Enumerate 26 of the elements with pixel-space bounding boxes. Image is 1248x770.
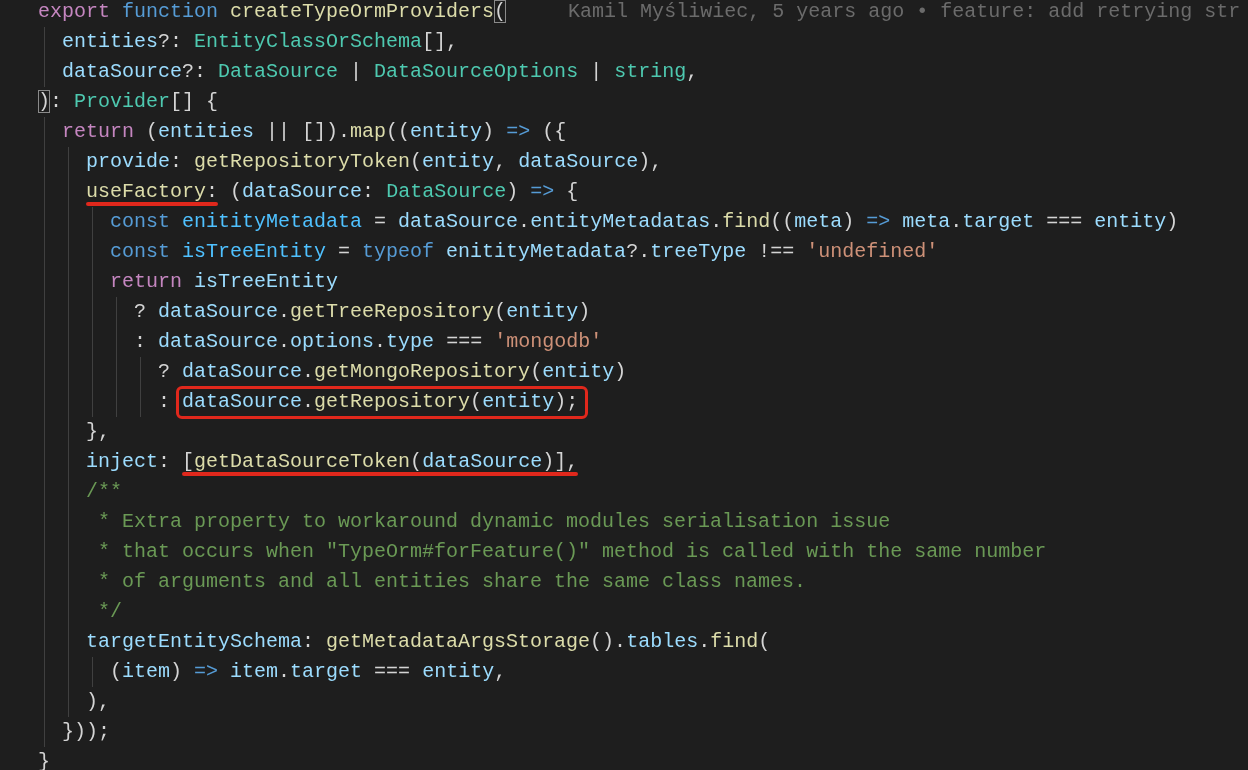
code-line: */ [97, 599, 122, 625]
code-line: targetEntitySchema: getMetadataArgsStorage().tables.find( [85, 629, 771, 655]
code-line: provide: getRepositoryToken(entity, dataSource), [85, 149, 663, 175]
code-line: * Extra property to workaround dynamic modules serialisation issue [97, 509, 891, 535]
code-line: ? dataSource.getTreeRepository(entity) [133, 299, 591, 325]
code-line: })); [61, 719, 110, 745]
code-line: const isTreeEntity = typeof enitityMetadata?.treeType !== 'undefined' [109, 239, 939, 265]
code-line: /** [85, 479, 122, 505]
code-line: * of arguments and all entities share the same class names. [97, 569, 807, 595]
code-line: dataSource?: DataSource | DataSourceOptions | string, [61, 59, 699, 85]
code-line: return (entities || []).map((entity) => ({ [61, 119, 567, 145]
code-line: const enitityMetadata = dataSource.entityMetadatas.find((meta) => meta.target === entity) [109, 209, 1179, 235]
code-line: useFactory: (dataSource: DataSource) => { [38, 177, 579, 207]
code-line: * that occurs when "TypeOrm#forFeature()" method is called with the same number [97, 539, 1047, 565]
code-line: : dataSource.getRepository(entity); [38, 387, 579, 417]
code-line: ): Provider[] { [38, 89, 219, 115]
code-line: return isTreeEntity [109, 269, 339, 295]
code-line: ? dataSource.getMongoRepository(entity) [157, 359, 627, 385]
code-line: }, [85, 419, 110, 445]
code-line: inject: [getDataSourceToken(dataSource)], [38, 447, 579, 477]
code-line: (item) => item.target === entity, [109, 659, 507, 685]
git-blame-annotation: Kamil Myśliwiec, 5 years ago • feature: add retrying str [568, 0, 1241, 25]
code-line: ), [85, 689, 110, 715]
code-line: export function createTypeOrmProviders( [38, 0, 507, 25]
code-line: entities?: EntityClassOrSchema[], [61, 29, 459, 55]
code-line: : dataSource.options.type === 'mongodb' [133, 329, 603, 355]
